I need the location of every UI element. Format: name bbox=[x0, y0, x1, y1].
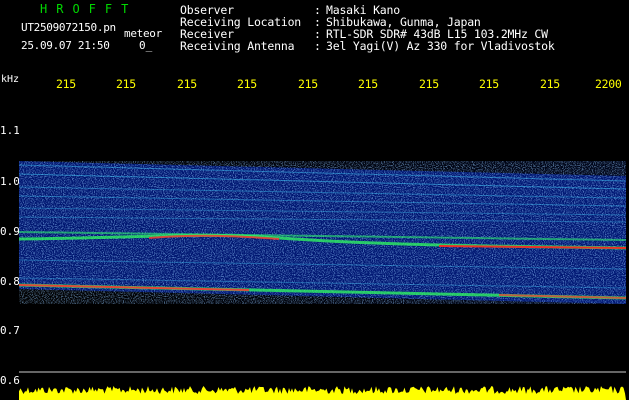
x-tick-label: 2200 bbox=[595, 77, 622, 91]
datetime-label: 25.09.07 21:50 bbox=[21, 39, 110, 52]
x-tick-label: 215 bbox=[358, 77, 378, 91]
filename-label: UT2509072150.pn bbox=[21, 21, 116, 34]
y-tick-label: 0.7 bbox=[0, 324, 20, 337]
y-tick-label: 0.8 bbox=[0, 275, 20, 288]
meteor-label: meteor bbox=[124, 27, 162, 40]
x-tick-label: 215 bbox=[540, 77, 560, 91]
zero-label: 0_ bbox=[139, 39, 153, 52]
hrofft-title: HROFFT bbox=[40, 2, 138, 16]
info-antenna-label: Receiving Antenna bbox=[180, 39, 295, 53]
x-tick-label: 215 bbox=[298, 77, 318, 91]
info-antenna-value: 3el Yagi(V) Az 330 for Vladivostok bbox=[326, 39, 555, 53]
y-tick-label: 0.9 bbox=[0, 225, 20, 238]
x-tick-label: 215 bbox=[419, 77, 439, 91]
y-tick-label: 1.0 bbox=[0, 175, 20, 188]
amplitude-signal bbox=[19, 386, 626, 400]
x-tick-label: 215 bbox=[116, 77, 136, 91]
x-tick-label: 215 bbox=[56, 77, 76, 91]
y-tick-label: 1.1 bbox=[0, 124, 20, 137]
y-tick-label: 0.6 bbox=[0, 374, 20, 387]
info-separator: : bbox=[314, 39, 321, 53]
amplitude-bar bbox=[19, 386, 626, 400]
x-tick-label: 215 bbox=[479, 77, 499, 91]
x-tick-label: 215 bbox=[177, 77, 197, 91]
spectrogram bbox=[19, 92, 626, 380]
y-axis-unit: kHz bbox=[1, 74, 20, 85]
x-tick-label: 215 bbox=[237, 77, 257, 91]
